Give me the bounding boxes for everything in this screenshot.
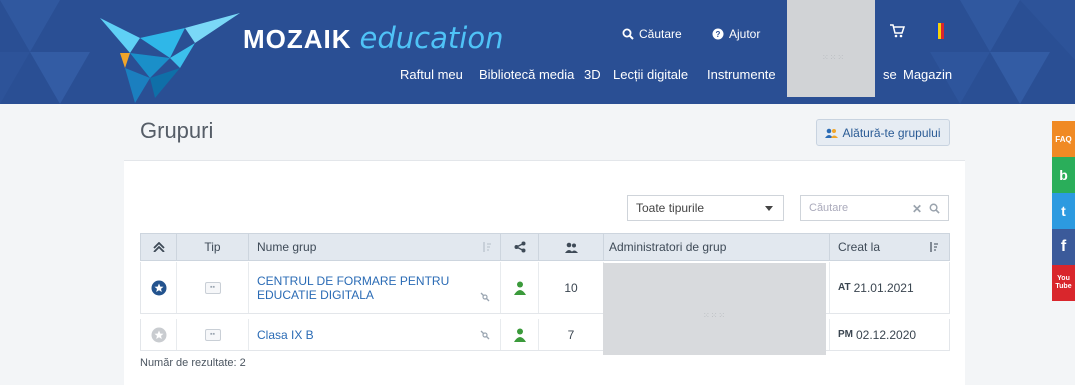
twitter-icon[interactable]: t: [1052, 193, 1075, 229]
admin-role-cell: [501, 319, 539, 350]
column-nume-grup[interactable]: Nume grup: [249, 234, 501, 260]
cart-icon[interactable]: [889, 24, 905, 38]
favorite-cell[interactable]: [141, 262, 177, 313]
search-icon: [622, 28, 634, 40]
facebook-icon[interactable]: f: [1052, 229, 1075, 265]
group-name-link[interactable]: CENTRUL DE FORMARE PENTRU EDUCATIE DIGIT…: [257, 274, 470, 302]
administrators-redacted: ⁙⁙⁙: [603, 263, 826, 355]
member-count: 10: [564, 280, 578, 295]
results-count: Număr de rezultate: 2: [140, 357, 246, 369]
group-name-link[interactable]: Clasa IX B: [257, 328, 314, 342]
member-count-cell: 10: [539, 262, 604, 313]
star-filled-icon[interactable]: [151, 280, 167, 296]
chevron-down-icon: [765, 206, 773, 211]
search-icon[interactable]: [929, 203, 940, 214]
time-prefix: PM: [838, 329, 853, 340]
member-count: 7: [567, 327, 575, 342]
logo-education-text: education: [359, 21, 504, 55]
nav-raftul-meu[interactable]: Raftul meu: [400, 67, 463, 82]
join-group-button[interactable]: Alătură-te grupului: [816, 119, 950, 146]
page-title: Grupuri: [140, 118, 214, 143]
search-label: Căutare: [639, 27, 682, 41]
column-members[interactable]: [539, 234, 604, 260]
share-icon: [514, 241, 525, 253]
column-tip[interactable]: Tip: [177, 234, 249, 260]
table-row[interactable]: ▪▪ CENTRUL DE FORMARE PENTRU EDUCATIE DI…: [140, 262, 950, 314]
twitter-label: t: [1061, 203, 1066, 219]
table-header: Tip Nume grup Administratori de grup Cre…: [140, 233, 950, 261]
romanian-flag-icon[interactable]: [935, 23, 944, 39]
group-name-cell[interactable]: Clasa IX B: [249, 319, 501, 350]
member-count-cell: 7: [539, 319, 604, 350]
favorite-cell[interactable]: [141, 319, 177, 350]
kingfisher-logo-icon[interactable]: [100, 8, 240, 104]
search-link[interactable]: Căutare: [622, 27, 682, 41]
column-favorite[interactable]: [141, 234, 177, 260]
link-icon[interactable]: [480, 330, 490, 340]
blog-icon[interactable]: b: [1052, 157, 1075, 193]
column-creat-la[interactable]: Creat la: [830, 234, 949, 260]
nav-instrumente[interactable]: Instrumente: [707, 67, 776, 82]
youtube-label: You Tube: [1055, 275, 1072, 290]
member-user-icon: [513, 281, 526, 295]
users-icon: [825, 128, 839, 138]
column-creat-label: Creat la: [838, 240, 881, 254]
search-placeholder: Căutare: [809, 202, 849, 214]
help-icon: ?: [712, 28, 724, 40]
column-share[interactable]: [501, 234, 539, 260]
type-cell: ▪▪: [177, 319, 249, 350]
svg-text:?: ?: [716, 30, 721, 39]
created-date: 21.01.2021: [853, 280, 914, 295]
group-search-input[interactable]: Căutare ✕: [800, 195, 949, 221]
clear-icon[interactable]: ✕: [912, 202, 922, 216]
nav-biblioteca-media[interactable]: Bibliotecă media: [479, 67, 574, 82]
nav-magazin[interactable]: Magazin: [903, 67, 952, 82]
group-type-icon: ▪▪: [204, 328, 221, 341]
group-type-icon: ▪▪: [204, 281, 221, 294]
column-tip-label: Tip: [204, 240, 221, 254]
nav-partial-item[interactable]: se: [883, 67, 897, 82]
nav-lectii-digitale[interactable]: Lecții digitale: [613, 67, 688, 82]
logo-mozaik-text: MOZAIK: [243, 24, 352, 54]
type-filter-value: Toate tipurile: [636, 201, 705, 215]
faq-tab[interactable]: FAQ: [1052, 121, 1075, 157]
admin-role-cell: [501, 262, 539, 313]
column-nume-label: Nume grup: [257, 240, 317, 254]
blog-label: b: [1059, 167, 1068, 183]
type-cell: ▪▪: [177, 262, 249, 313]
sort-icon: [483, 242, 491, 252]
time-prefix: AT: [838, 282, 851, 293]
members-icon: [564, 242, 578, 253]
chevron-up-icon: [152, 242, 165, 252]
facebook-label: f: [1060, 238, 1067, 255]
type-filter-select[interactable]: Toate tipurile: [627, 195, 784, 221]
profile-placeholder: ⁙⁙⁙: [822, 53, 846, 62]
admin-placeholder: ⁙⁙⁙: [703, 311, 727, 320]
mozaik-logo[interactable]: MOZAIK education: [243, 21, 503, 55]
help-label: Ajutor: [729, 27, 761, 41]
created-date: 02.12.2020: [856, 327, 917, 342]
top-header: MOZAIK education Căutare ? Ajutor Raftul…: [0, 0, 1075, 104]
sort-desc-icon: [930, 242, 938, 252]
nav-3d[interactable]: 3D: [584, 67, 601, 82]
created-date-cell: PM 02.12.2020: [830, 319, 949, 350]
join-group-label: Alătură-te grupului: [842, 125, 941, 140]
star-empty-icon[interactable]: [151, 327, 167, 343]
column-administratori[interactable]: Administratori de grup: [604, 234, 830, 260]
table-row[interactable]: ▪▪ Clasa IX B 7 PM 02.12.2020: [140, 319, 950, 351]
profile-area-redacted[interactable]: ⁙⁙⁙: [787, 0, 875, 97]
help-link[interactable]: ? Ajutor: [712, 27, 760, 41]
column-admin-label: Administratori de grup: [609, 240, 727, 254]
group-name-cell[interactable]: CENTRUL DE FORMARE PENTRU EDUCATIE DIGIT…: [249, 262, 501, 313]
faq-label: FAQ: [1055, 134, 1072, 144]
member-user-icon: [513, 328, 526, 342]
link-icon[interactable]: [480, 292, 490, 302]
youtube-icon[interactable]: You Tube: [1052, 265, 1075, 301]
created-date-cell: AT 21.01.2021: [830, 262, 949, 313]
